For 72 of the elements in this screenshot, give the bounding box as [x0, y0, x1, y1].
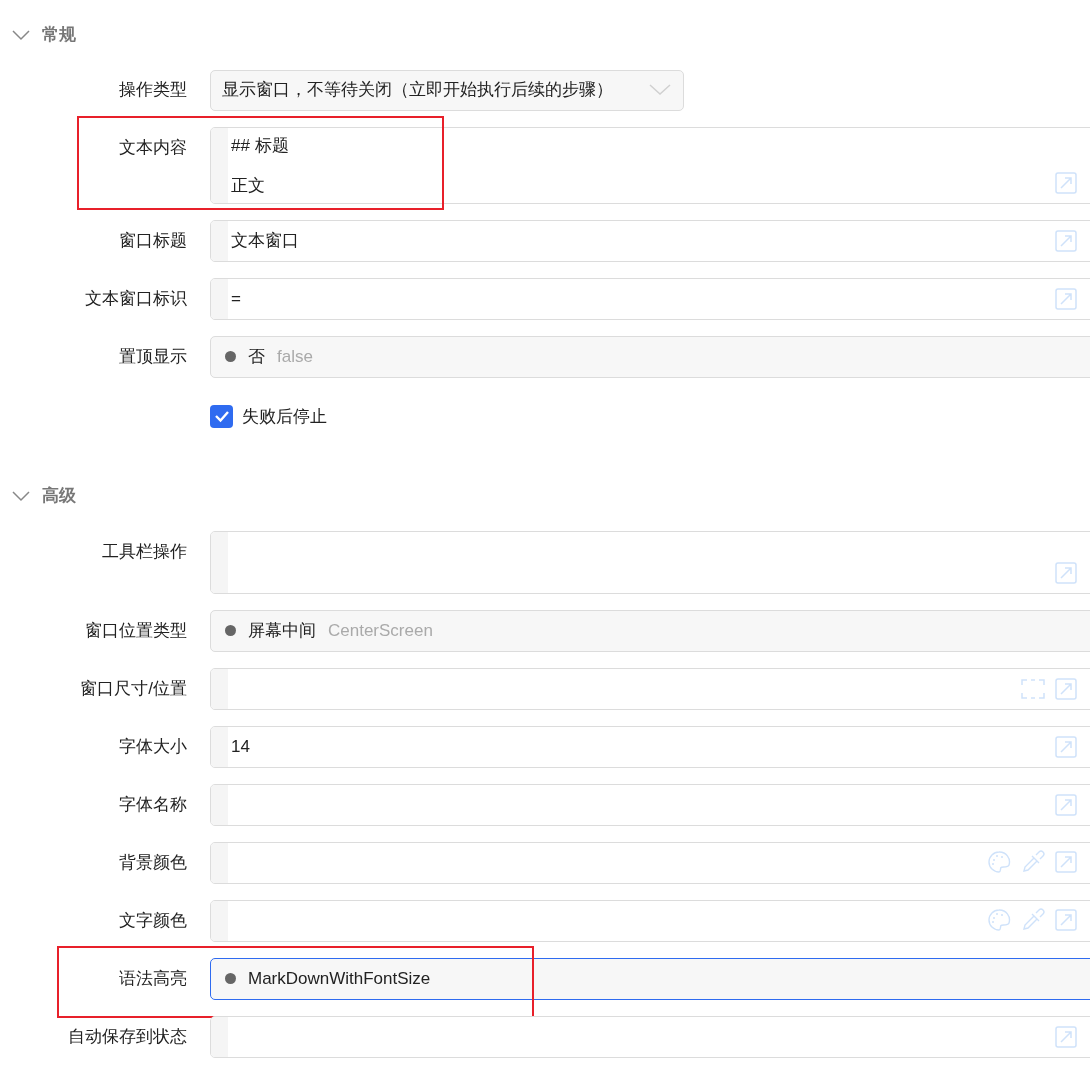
bullet-icon	[225, 973, 236, 984]
field-value: MarkDownWithFontSize	[248, 967, 431, 990]
input-field[interactable]	[210, 667, 1090, 710]
input-field[interactable]: 14	[210, 725, 1090, 768]
expand-icon[interactable]	[1055, 793, 1077, 816]
field-label: 工具栏操作	[102, 540, 187, 563]
gutter-strip	[211, 842, 228, 883]
field-label: 窗口标题	[119, 229, 187, 252]
gutter-strip	[211, 900, 228, 941]
input-field[interactable]: 文本窗口	[210, 219, 1090, 262]
field-value: 否	[248, 345, 265, 368]
input-field[interactable]: =	[210, 277, 1090, 320]
field-label: 操作类型	[119, 79, 187, 102]
field-value: 文本窗口	[231, 229, 300, 252]
field-label: 文本内容	[119, 136, 187, 159]
gutter-strip	[211, 1016, 228, 1057]
field-label: 文字颜色	[119, 909, 187, 932]
field-label: 字体大小	[119, 735, 187, 758]
field-label: 背景颜色	[119, 851, 187, 874]
input-field[interactable]	[210, 530, 1090, 594]
text-line: 正文	[231, 174, 266, 197]
expand-icon[interactable]	[1055, 677, 1077, 700]
expand-icon[interactable]	[1055, 1025, 1077, 1048]
section-title: 常规	[42, 24, 76, 46]
field-value: 屏幕中间	[248, 619, 316, 642]
input-field[interactable]: ## 标题 正文	[210, 126, 1090, 204]
enum-field[interactable]: 否 false	[210, 335, 1090, 378]
corners-icon[interactable]	[1021, 678, 1045, 699]
field-value: 14	[231, 735, 251, 758]
chevron-down-icon	[649, 84, 671, 96]
eyedropper-icon[interactable]	[1021, 849, 1045, 874]
palette-icon[interactable]	[987, 849, 1011, 874]
field-label: 窗口位置类型	[85, 619, 187, 642]
gutter-strip	[211, 278, 228, 319]
field-label: 文本窗口标识	[85, 287, 187, 310]
field-label: 置顶显示	[119, 345, 187, 368]
expand-icon[interactable]	[1055, 850, 1077, 873]
expand-icon[interactable]	[1055, 735, 1077, 758]
expand-icon[interactable]	[1055, 287, 1077, 310]
expand-icon[interactable]	[1055, 171, 1077, 194]
expand-icon[interactable]	[1055, 561, 1077, 584]
enum-field[interactable]: 屏幕中间 CenterScreen	[210, 609, 1090, 652]
eyedropper-icon[interactable]	[1021, 907, 1045, 932]
chevron-down-icon[interactable]	[12, 489, 30, 502]
gutter-strip	[211, 668, 228, 709]
gutter-strip	[211, 784, 228, 825]
field-hint: false	[277, 345, 313, 368]
input-field[interactable]	[210, 899, 1090, 942]
gutter-strip	[211, 726, 228, 767]
section-title: 高级	[42, 485, 76, 507]
dropdown[interactable]: 显示窗口，不等待关闭（立即开始执行后续的步骤）	[210, 69, 684, 111]
gutter-strip	[211, 220, 228, 261]
palette-icon[interactable]	[987, 907, 1011, 932]
field-label: 窗口尺寸/位置	[80, 677, 187, 700]
chevron-down-icon[interactable]	[12, 28, 30, 41]
field-label: 语法高亮	[119, 967, 187, 990]
expand-icon[interactable]	[1055, 229, 1077, 252]
input-field[interactable]	[210, 783, 1090, 826]
bullet-icon	[225, 351, 236, 362]
enum-field[interactable]: MarkDownWithFontSize	[210, 957, 1090, 1000]
bullet-icon	[225, 625, 236, 636]
expand-icon[interactable]	[1055, 908, 1077, 931]
checkbox[interactable]	[210, 404, 233, 428]
field-value: =	[231, 287, 242, 310]
input-field[interactable]	[210, 1015, 1090, 1058]
field-hint: CenterScreen	[328, 619, 433, 642]
text-line: ## 标题	[231, 134, 290, 157]
field-label: 字体名称	[119, 793, 187, 816]
checkbox-label: 失败后停止	[242, 405, 327, 428]
field-label: 自动保存到状态	[68, 1025, 187, 1048]
input-field[interactable]	[210, 841, 1090, 884]
gutter-strip	[211, 531, 228, 593]
